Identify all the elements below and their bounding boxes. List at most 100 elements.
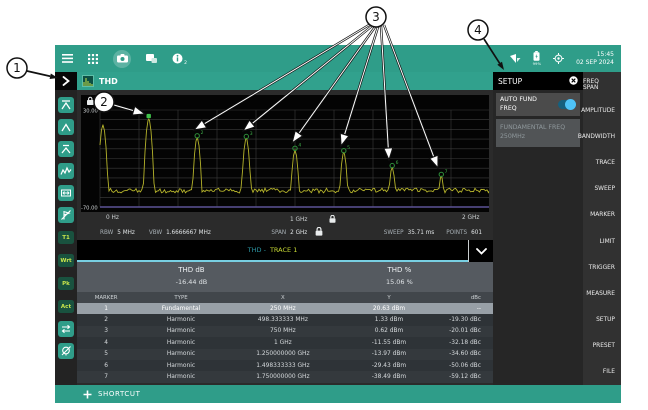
- table-cell: -59.12 dBc: [439, 374, 493, 380]
- col-marker: MARKER: [77, 295, 135, 301]
- menu-item-amplitude[interactable]: AMPLITUDE: [583, 98, 621, 124]
- fundamental-freq-value: 250MHz: [500, 132, 576, 141]
- table-cell: 4: [77, 340, 135, 346]
- toolbar-button-swap-arrows[interactable]: [58, 321, 74, 337]
- apps-grid-icon[interactable]: [88, 54, 98, 64]
- table-row[interactable]: 2Harmonic498.333333 MHz1.33 dBm-19.30 dB…: [77, 314, 493, 325]
- table-row[interactable]: 7Harmonic1.750000000 GHz-38.49 dBm-59.12…: [77, 371, 493, 382]
- table-row[interactable]: 1Fundamental250 MHz20.63 dBm--: [77, 303, 493, 314]
- svg-text:4: 4: [298, 143, 301, 149]
- svg-text:30.00: 30.00: [83, 109, 98, 115]
- col-y: Y: [339, 295, 439, 301]
- table-cell: -11.55 dBm: [339, 340, 439, 346]
- thd-db-value: -16.44 dB: [77, 278, 306, 286]
- menu-item-trigger[interactable]: TRIGGER: [583, 255, 621, 281]
- menu-item-marker[interactable]: MARKER: [583, 202, 621, 228]
- spectrum-plot[interactable]: 23456730.00-70.00: [81, 95, 489, 212]
- table-cell: Fundamental: [135, 306, 227, 312]
- rbw-value[interactable]: 5 MHz: [117, 230, 135, 236]
- menu-item-sweep[interactable]: SWEEP: [583, 176, 621, 202]
- table-row[interactable]: 3Harmonic750 MHz0.62 dBm-20.01 dBc: [77, 326, 493, 337]
- table-cell: 1.250000000 GHz: [227, 351, 339, 357]
- info-icon[interactable]: 2: [172, 53, 183, 64]
- menu-item-bandwidth[interactable]: BANDWIDTH: [583, 124, 621, 150]
- svg-text:1: 1: [13, 61, 21, 75]
- menu-icon[interactable]: [62, 54, 73, 63]
- toolbar-button-span-box[interactable]: [58, 185, 74, 201]
- trace-selector[interactable]: THD - TRACE 1: [77, 240, 468, 262]
- shortcut-bar[interactable]: SHORTCUT: [55, 385, 621, 403]
- span-value[interactable]: 2 GHz: [290, 230, 307, 236]
- table-cell: Harmonic: [135, 363, 227, 369]
- points-value[interactable]: 601: [471, 230, 482, 236]
- table-cell: -19.30 dBc: [439, 317, 493, 323]
- close-icon[interactable]: [569, 76, 578, 87]
- lock-icon: [315, 227, 323, 238]
- table-cell: 750 MHz: [227, 328, 339, 334]
- table-cell: -13.97 dBm: [339, 351, 439, 357]
- col-dbc: dBc: [439, 295, 493, 301]
- clock: 15:45 02 SEP 2024: [576, 51, 614, 67]
- menu-item-measure[interactable]: MEASURE: [583, 281, 621, 307]
- fundamental-freq-label: FUNDAMENTAL FREQ: [500, 123, 576, 132]
- thd-pct-label: THD %: [306, 266, 493, 274]
- info-badge: 2: [184, 61, 187, 66]
- toolbar-button-marker-off[interactable]: [58, 207, 74, 223]
- table-row[interactable]: 6Harmonic1.498333333 GHz-29.43 dBm-50.06…: [77, 360, 493, 371]
- trace-selector-bar: THD - TRACE 1: [77, 240, 493, 262]
- x-tick-0hz: 0 Hz: [106, 215, 119, 221]
- x-tick-2ghz: 2 GHz: [462, 215, 479, 221]
- table-cell: 498.333333 MHz: [227, 317, 339, 323]
- auto-fund-freq-toggle-row[interactable]: AUTO FUND FREQ: [496, 93, 580, 116]
- clock-time: 15:45: [576, 51, 614, 59]
- shortcut-label: SHORTCUT: [98, 390, 141, 398]
- toolbar-button-act[interactable]: Act: [58, 300, 74, 313]
- col-x: X: [227, 295, 339, 301]
- setup-panel-title: SETUP: [498, 77, 522, 86]
- collapse-results-button[interactable]: [468, 240, 493, 262]
- svg-text:2: 2: [201, 130, 204, 136]
- menu-item-setup[interactable]: SETUP: [583, 307, 621, 333]
- trace-zigzag-icon: [60, 165, 72, 177]
- toolbar-button-pk[interactable]: Pk: [58, 277, 74, 290]
- table-row[interactable]: 5Harmonic1.250000000 GHz-13.97 dBm-34.60…: [77, 349, 493, 360]
- next-peak-icon: [60, 143, 72, 155]
- menu-item-file[interactable]: FILE: [583, 359, 621, 385]
- toolbar-button-peak[interactable]: [58, 119, 74, 135]
- battery-icon[interactable]: 99%: [533, 51, 541, 66]
- auto-fund-freq-toggle[interactable]: [558, 100, 576, 109]
- table-row[interactable]: 4Harmonic1 GHz-11.55 dBm-32.18 dBc: [77, 337, 493, 348]
- marker-table-header: MARKER TYPE X Y dBc: [77, 292, 493, 303]
- network-icon[interactable]: [510, 54, 521, 63]
- sweep-value[interactable]: 35.71 ms: [408, 230, 435, 236]
- toolbar-button-gps-off[interactable]: [58, 343, 74, 359]
- toolbar-button-t1[interactable]: T1: [58, 231, 74, 244]
- toolbar-button-trace-zigzag[interactable]: [58, 163, 74, 179]
- topbar-left-icons: 2: [62, 50, 183, 68]
- menu-item-limit[interactable]: LIMIT: [583, 228, 621, 254]
- toolbar-button-marker-to-peak[interactable]: [58, 97, 74, 113]
- page-title: THD: [99, 77, 118, 86]
- right-menu: FREQ SPANAMPLITUDEBANDWIDTHTRACESWEEPMAR…: [583, 72, 621, 385]
- svg-text:3: 3: [372, 10, 380, 24]
- setup-panel: SETUP AUTO FUND FREQ FUNDAMENTAL FREQ 25…: [493, 72, 583, 385]
- setup-panel-header: SETUP: [493, 72, 583, 90]
- menu-item-preset[interactable]: PRESET: [583, 333, 621, 359]
- toolbar-button-next-peak[interactable]: [58, 141, 74, 157]
- table-cell: 2: [77, 317, 135, 323]
- measurement-title-bar: THD: [77, 72, 493, 90]
- camera-icon[interactable]: [113, 50, 131, 68]
- gps-icon[interactable]: [553, 53, 564, 64]
- menu-item-trace[interactable]: TRACE: [583, 150, 621, 176]
- toolbar-button-wrt[interactable]: Wrt: [58, 254, 74, 267]
- expand-toolbar-button[interactable]: [55, 72, 77, 90]
- table-cell: -50.06 dBc: [439, 363, 493, 369]
- display-capture-icon[interactable]: [146, 54, 157, 63]
- menu-item-freq-span[interactable]: FREQ SPAN: [583, 72, 621, 98]
- fundamental-freq-field[interactable]: FUNDAMENTAL FREQ 250MHz: [496, 119, 580, 147]
- peak-icon: [60, 121, 72, 133]
- marker-table-body: 1Fundamental250 MHz20.63 dBm--2Harmonic4…: [77, 303, 493, 383]
- table-cell: 1.33 dBm: [339, 317, 439, 323]
- trace-prefix: THD -: [248, 246, 266, 254]
- vbw-value[interactable]: 1.6666667 MHz: [166, 230, 211, 236]
